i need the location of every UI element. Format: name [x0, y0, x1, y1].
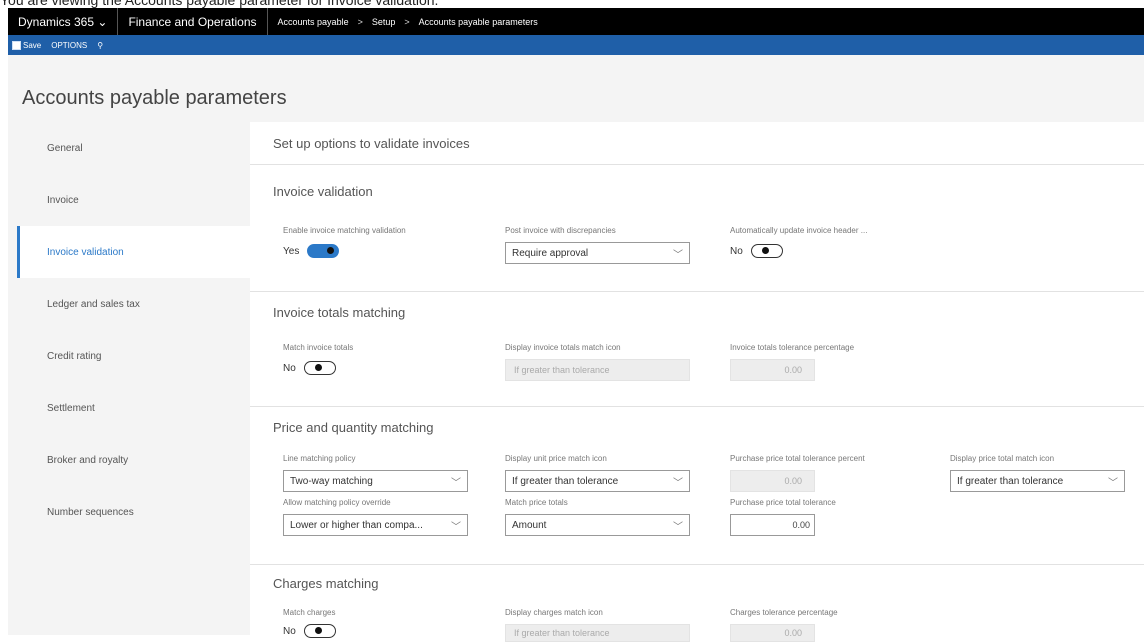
post-invoice-select[interactable]: Require approval ﹀ — [505, 242, 690, 264]
breadcrumb-item-accounts-payable[interactable]: Accounts payable — [278, 17, 349, 27]
price-pct-readonly: 0.00 — [730, 470, 815, 492]
enable-matching-toggle[interactable] — [307, 244, 340, 258]
totals-tolerance-label: Invoice totals tolerance percentage — [730, 343, 855, 352]
field-match-invoice-totals: Match invoice totals No — [283, 343, 473, 375]
sidebar-item-invoice-validation[interactable]: Invoice validation — [17, 226, 250, 278]
totals-icon-label: Display invoice totals match icon — [505, 343, 621, 352]
chevron-right-icon: > — [404, 16, 410, 27]
enable-matching-value: Yes — [283, 245, 300, 257]
save-icon — [12, 40, 21, 50]
breadcrumb: Accounts payable > Setup > Accounts paya… — [268, 8, 548, 35]
total-icon-label: Display price total match icon — [950, 454, 1055, 463]
sidebar-item-broker-and-royalty[interactable]: Broker and royalty — [17, 434, 250, 486]
auto-update-label: Automatically update invoice header ... — [730, 226, 868, 235]
sidebar-item-ledger-and-sales-tax[interactable]: Ledger and sales tax — [17, 278, 250, 330]
field-price-total-tolerance: Purchase price total tolerance 0.00 — [730, 498, 920, 536]
unit-icon-label: Display unit price match icon — [505, 454, 607, 463]
sidebar-item-settlement[interactable]: Settlement — [17, 382, 250, 434]
charges-icon-label: Display charges match icon — [505, 608, 603, 617]
auto-update-toggle[interactable] — [750, 244, 783, 258]
breadcrumb-item-setup[interactable]: Setup — [372, 17, 396, 27]
field-price-total-tolerance-percent: Purchase price total tolerance percent 0… — [730, 454, 920, 492]
match-totals-toggle[interactable] — [303, 361, 336, 375]
chevron-down-icon: ﹀ — [451, 477, 461, 489]
line-policy-select[interactable]: Two-way matching ﹀ — [283, 470, 468, 492]
field-auto-update-header: Automatically update invoice header ... … — [730, 226, 920, 258]
sidebar-item-credit-rating[interactable]: Credit rating — [17, 330, 250, 382]
module-name[interactable]: Finance and Operations — [118, 8, 268, 35]
unit-icon-select[interactable]: If greater than tolerance ﹀ — [505, 470, 690, 492]
charges-tolerance-label: Charges tolerance percentage — [730, 608, 838, 617]
top-navigation-bar: Dynamics 365 ⌄ Finance and Operations Ac… — [8, 8, 1144, 35]
field-charges-match-icon: Display charges match icon If greater th… — [505, 608, 690, 642]
section-price-quantity-matching: Price and quantity matching Line matchin… — [250, 406, 1144, 565]
total-icon-select[interactable]: If greater than tolerance ﹀ — [950, 470, 1125, 492]
chevron-down-icon: ⌄ — [97, 14, 108, 29]
section-title-invoice-validation: Invoice validation — [273, 184, 373, 199]
field-charges-tolerance: Charges tolerance percentage 0.00 — [730, 608, 890, 642]
section-title-invoice-totals: Invoice totals matching — [273, 305, 406, 320]
sidebar-item-general[interactable]: General — [17, 122, 250, 174]
app-switcher[interactable]: Dynamics 365 ⌄ — [8, 8, 119, 35]
chevron-right-icon: > — [357, 16, 363, 27]
chevron-down-icon: ﹀ — [451, 521, 461, 533]
chevron-down-icon: ﹀ — [673, 521, 683, 533]
charges-tolerance-readonly: 0.00 — [730, 624, 815, 642]
field-totals-tolerance: Invoice totals tolerance percentage 0.00 — [730, 343, 890, 381]
line-policy-label: Line matching policy — [283, 454, 356, 463]
section-charges-matching: Charges matching Match charges No Displa… — [250, 564, 1144, 642]
price-tol-label: Purchase price total tolerance — [730, 498, 836, 507]
chevron-down-icon: ﹀ — [673, 249, 683, 261]
field-match-price-totals: Match price totals Amount ﹀ — [505, 498, 690, 536]
action-pane: Save OPTIONS ⚲ — [8, 35, 1144, 55]
field-match-charges: Match charges No — [283, 608, 473, 638]
search-icon[interactable]: ⚲ — [97, 41, 103, 50]
save-button[interactable]: Save — [12, 40, 41, 50]
field-enable-invoice-matching: Enable invoice matching validation Yes — [283, 226, 473, 258]
caption-text: You are viewing the Accounts payable par… — [0, 0, 439, 8]
post-invoice-label: Post invoice with discrepancies — [505, 226, 616, 235]
field-post-invoice-discrepancies: Post invoice with discrepancies Require … — [505, 226, 690, 264]
page-container: Accounts payable parameters General Invo… — [8, 55, 1144, 642]
chevron-down-icon: ﹀ — [673, 477, 683, 489]
price-totals-select[interactable]: Amount ﹀ — [505, 514, 690, 536]
totals-icon-readonly: If greater than tolerance — [505, 359, 690, 381]
content-header-title: Set up options to validate invoices — [273, 136, 470, 151]
field-unit-price-icon: Display unit price match icon If greater… — [505, 454, 690, 492]
page-title: Accounts payable parameters — [22, 87, 287, 109]
totals-tolerance-readonly: 0.00 — [730, 359, 815, 381]
chevron-down-icon: ﹀ — [1108, 477, 1118, 489]
sidebar-nav: General Invoice Invoice validation Ledge… — [17, 122, 250, 538]
field-allow-policy-override: Allow matching policy override Lower or … — [283, 498, 468, 536]
sidebar-item-number-sequences[interactable]: Number sequences — [17, 486, 250, 538]
auto-update-value: No — [730, 245, 743, 257]
field-line-matching-policy: Line matching policy Two-way matching ﹀ — [283, 454, 468, 492]
content-header: Set up options to validate invoices — [250, 122, 1144, 165]
sidebar-item-invoice[interactable]: Invoice — [17, 174, 250, 226]
match-charges-toggle[interactable] — [303, 624, 336, 638]
section-title-price-quantity: Price and quantity matching — [273, 420, 434, 435]
section-invoice-totals-matching: Invoice totals matching Match invoice to… — [250, 291, 1144, 407]
field-totals-match-icon: Display invoice totals match icon If gre… — [505, 343, 690, 381]
price-totals-label: Match price totals — [505, 498, 568, 507]
price-tol-input[interactable]: 0.00 — [730, 514, 815, 536]
breadcrumb-item-parameters[interactable]: Accounts payable parameters — [419, 17, 538, 27]
charges-icon-readonly: If greater than tolerance — [505, 624, 690, 642]
override-label: Allow matching policy override — [283, 498, 391, 507]
options-button[interactable]: OPTIONS — [51, 41, 87, 50]
price-pct-label: Purchase price total tolerance percent — [730, 454, 865, 463]
match-charges-label: Match charges — [283, 608, 336, 617]
content-panel: Set up options to validate invoices Invo… — [250, 122, 1144, 642]
field-price-total-icon: Display price total match icon If greate… — [950, 454, 1125, 492]
section-title-charges: Charges matching — [273, 576, 379, 591]
enable-matching-label: Enable invoice matching validation — [283, 226, 406, 235]
match-totals-value: No — [283, 362, 296, 374]
section-invoice-validation: Invoice validation Enable invoice matchi… — [250, 164, 1144, 292]
override-select[interactable]: Lower or higher than compa... ﹀ — [283, 514, 468, 536]
match-totals-label: Match invoice totals — [283, 343, 354, 352]
